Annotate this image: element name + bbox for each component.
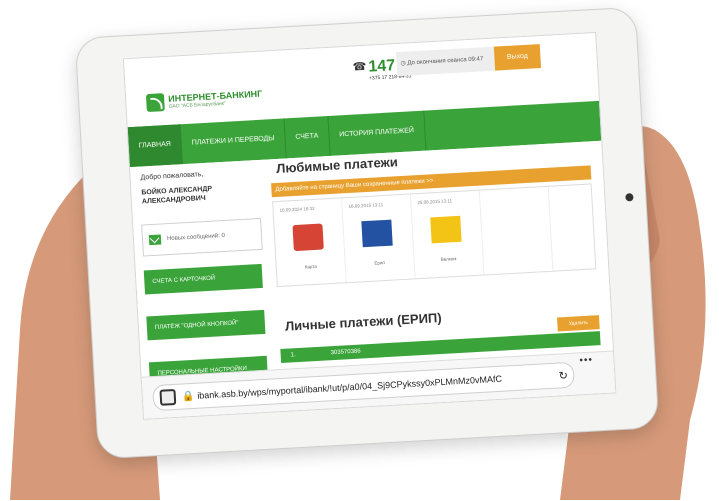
nav-item-history[interactable]: ИСТОРИЯ ПЛАТЕЖЕЙ — [328, 110, 427, 156]
favorite-cards: 16.09.2024 16:32 Карта 16.09.2015 13:11 … — [272, 183, 597, 288]
nav-item-accounts[interactable]: СЧЕТА — [284, 115, 331, 159]
erip-title: Личные платежи (ЕРИП) — [284, 309, 442, 334]
card-label: Карта — [304, 263, 317, 270]
perevody-logo-icon — [292, 223, 324, 252]
favorites-title: Любимые платежи — [275, 154, 399, 176]
erip-index: 1. — [290, 352, 296, 359]
more-icon[interactable]: ••• — [579, 355, 593, 367]
headset-icon: ☎ — [352, 60, 367, 74]
session-timer: ◷ До окончания сеанса 09:47 — [395, 46, 496, 77]
screen: ИНТЕРНЕТ-БАНКИНГ ОАО "АСБ Беларусбанк" ☎… — [122, 31, 617, 420]
nav-item-payments[interactable]: ПЛАТЕЖИ И ПЕРЕВОДЫ — [180, 118, 287, 165]
tablet: ИНТЕРНЕТ-БАНКИНГ ОАО "АСБ Беларусбанк" ☎… — [74, 6, 660, 460]
url-text[interactable]: ibank.asb.by/wps/myportal/ibank/!ut/p/a0… — [197, 371, 557, 401]
nav-item-home[interactable]: ГЛАВНАЯ — [127, 124, 183, 168]
card-label: Ерип — [374, 260, 386, 266]
accounts-with-card-button[interactable]: СЧЕТА С КАРТОЧКОЙ — [143, 263, 263, 295]
erip-number: 303570386 — [330, 348, 361, 357]
user-name: БОЙКО АЛЕКСАНДР АЛЕКСАНДРОВИЧ — [141, 185, 213, 206]
empty-card-slot — [479, 186, 554, 275]
envelope-icon — [148, 234, 162, 246]
card-date: 25.08.2015 13:11 — [417, 198, 453, 206]
card-date: 16.09.2015 13:11 — [348, 202, 384, 209]
velcom-logo-icon — [430, 215, 462, 244]
card-date: 16.09.2024 16:32 — [279, 205, 315, 213]
favorite-card[interactable]: 16.09.2024 16:32 Карта — [273, 198, 347, 287]
messages-box[interactable]: Новых сообщений: 0 — [141, 217, 263, 257]
wifi-logo-icon — [145, 93, 165, 113]
delete-button[interactable]: Удалить — [557, 315, 600, 332]
lock-icon: 🔒 — [181, 390, 195, 403]
session-text: До окончания сеанса 09:47 — [407, 56, 484, 67]
welcome-text: Добро пожаловать, — [140, 171, 204, 182]
favorite-card[interactable]: 25.08.2015 13:11 Велком — [410, 190, 485, 279]
messages-count: Новых сообщений: 0 — [166, 232, 226, 243]
reload-icon[interactable]: ↻ — [558, 369, 568, 382]
tabs-icon[interactable] — [159, 388, 177, 406]
cosmos-logo-icon — [361, 219, 393, 248]
favorite-card[interactable]: 16.09.2015 13:11 Ерип — [342, 194, 416, 283]
bank-logo[interactable]: ИНТЕРНЕТ-БАНКИНГ ОАО "АСБ Беларусбанк" — [145, 88, 263, 113]
logout-button[interactable]: Выход — [493, 44, 542, 71]
one-button-payment-button[interactable]: ПЛАТЁЖ "ОДНОЙ КНОПКОЙ" — [146, 309, 266, 341]
card-label: Велком — [440, 256, 457, 262]
camera — [625, 193, 634, 202]
